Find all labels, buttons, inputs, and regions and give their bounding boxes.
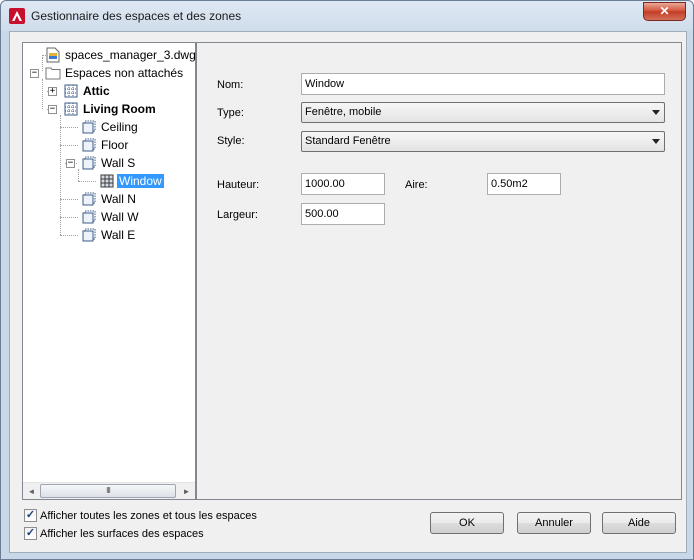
tree-node-window[interactable]: Window bbox=[99, 173, 164, 190]
style-label: Style: bbox=[217, 135, 245, 147]
width-label: Largeur: bbox=[217, 209, 258, 221]
chevron-down-icon bbox=[652, 110, 660, 115]
scroll-left-arrow-icon[interactable]: ◄ bbox=[23, 483, 40, 500]
cancel-button[interactable]: Annuler bbox=[517, 512, 591, 534]
surface-icon bbox=[81, 209, 97, 225]
zone-icon bbox=[63, 101, 79, 117]
tree-node-label: Living Room bbox=[83, 102, 156, 116]
tree-node-wall-w[interactable]: Wall W bbox=[81, 209, 141, 226]
window-title: Gestionnaire des espaces et des zones bbox=[31, 9, 242, 23]
surface-icon bbox=[81, 119, 97, 135]
height-label: Hauteur: bbox=[217, 179, 260, 191]
tree-node-label: Window bbox=[117, 174, 164, 188]
tree-node-label: Wall W bbox=[101, 210, 139, 224]
ok-button[interactable]: OK bbox=[430, 512, 504, 534]
type-select[interactable]: Fenêtre, mobile bbox=[301, 102, 665, 123]
name-input[interactable]: Window bbox=[301, 73, 665, 95]
show-all-checkbox[interactable]: ✓ bbox=[24, 509, 37, 522]
surface-icon bbox=[81, 191, 97, 207]
tree-node-wall-n[interactable]: Wall N bbox=[81, 191, 138, 208]
tree-node-label: Espaces non attachés bbox=[65, 66, 184, 80]
expand-toggle[interactable]: + bbox=[48, 87, 57, 96]
tree-node-label: Floor bbox=[101, 138, 129, 152]
surface-icon bbox=[81, 155, 97, 171]
zone-icon bbox=[63, 83, 79, 99]
tree-node-label: Attic bbox=[83, 84, 110, 98]
tree-node-label: Wall S bbox=[101, 156, 136, 170]
folder-icon bbox=[45, 65, 61, 81]
scroll-thumb[interactable]: III bbox=[40, 484, 176, 498]
tree-node-living-room[interactable]: Living Room bbox=[63, 101, 158, 118]
style-select-value: Standard Fenêtre bbox=[305, 135, 391, 147]
area-label: Aire: bbox=[405, 179, 428, 191]
tree-node-unattached[interactable]: Espaces non attachés bbox=[45, 65, 185, 82]
close-button[interactable]: ✕ bbox=[643, 2, 686, 21]
tree-node-wall-e[interactable]: Wall E bbox=[81, 227, 137, 244]
space-tree[interactable]: spaces_manager_3.dwg − Espaces non attac… bbox=[22, 42, 196, 500]
tree-node-label: Wall E bbox=[101, 228, 136, 242]
close-icon: ✕ bbox=[659, 4, 670, 18]
dwg-file-icon bbox=[45, 47, 61, 63]
autocad-logo-icon bbox=[9, 8, 25, 24]
height-input[interactable]: 1000.00 bbox=[301, 173, 385, 195]
chevron-down-icon bbox=[652, 139, 660, 144]
show-surfaces-label: Afficher les surfaces des espaces bbox=[40, 528, 204, 540]
show-surfaces-checkbox[interactable]: ✓ bbox=[24, 527, 37, 540]
style-select[interactable]: Standard Fenêtre bbox=[301, 131, 665, 152]
tree-node-wall-s[interactable]: Wall S bbox=[81, 155, 137, 172]
properties-panel: Nom: Window Type: Fenêtre, mobile Style:… bbox=[196, 42, 682, 500]
dialog-client-area: spaces_manager_3.dwg − Espaces non attac… bbox=[9, 31, 687, 553]
area-field: 0.50m2 bbox=[487, 173, 561, 195]
tree-node-floor[interactable]: Floor bbox=[81, 137, 130, 154]
window-opening-icon bbox=[99, 173, 115, 189]
tree-node-label: Ceiling bbox=[101, 120, 138, 134]
tree-node-attic[interactable]: Attic bbox=[63, 83, 112, 100]
tree-node-label: Wall N bbox=[101, 192, 136, 206]
width-input[interactable]: 500.00 bbox=[301, 203, 385, 225]
show-all-label: Afficher toutes les zones et tous les es… bbox=[40, 510, 257, 522]
name-label: Nom: bbox=[217, 79, 244, 91]
collapse-toggle[interactable]: − bbox=[30, 69, 39, 78]
scroll-right-arrow-icon[interactable]: ► bbox=[178, 483, 195, 500]
type-select-value: Fenêtre, mobile bbox=[305, 106, 382, 118]
tree-node-ceiling[interactable]: Ceiling bbox=[81, 119, 140, 136]
title-bar[interactable]: Gestionnaire des espaces et des zones ✕ bbox=[1, 1, 693, 31]
tree-node-label: spaces_manager_3.dwg bbox=[65, 48, 195, 62]
dialog-window: Gestionnaire des espaces et des zones ✕ bbox=[0, 0, 694, 560]
collapse-toggle[interactable]: − bbox=[66, 159, 75, 168]
tree-node-file[interactable]: spaces_manager_3.dwg bbox=[45, 47, 195, 64]
surface-icon bbox=[81, 227, 97, 243]
collapse-toggle[interactable]: − bbox=[48, 105, 57, 114]
type-label: Type: bbox=[217, 107, 244, 119]
surface-icon bbox=[81, 137, 97, 153]
tree-horizontal-scrollbar[interactable]: ◄ III ► bbox=[23, 482, 195, 499]
help-button[interactable]: Aide bbox=[602, 512, 676, 534]
